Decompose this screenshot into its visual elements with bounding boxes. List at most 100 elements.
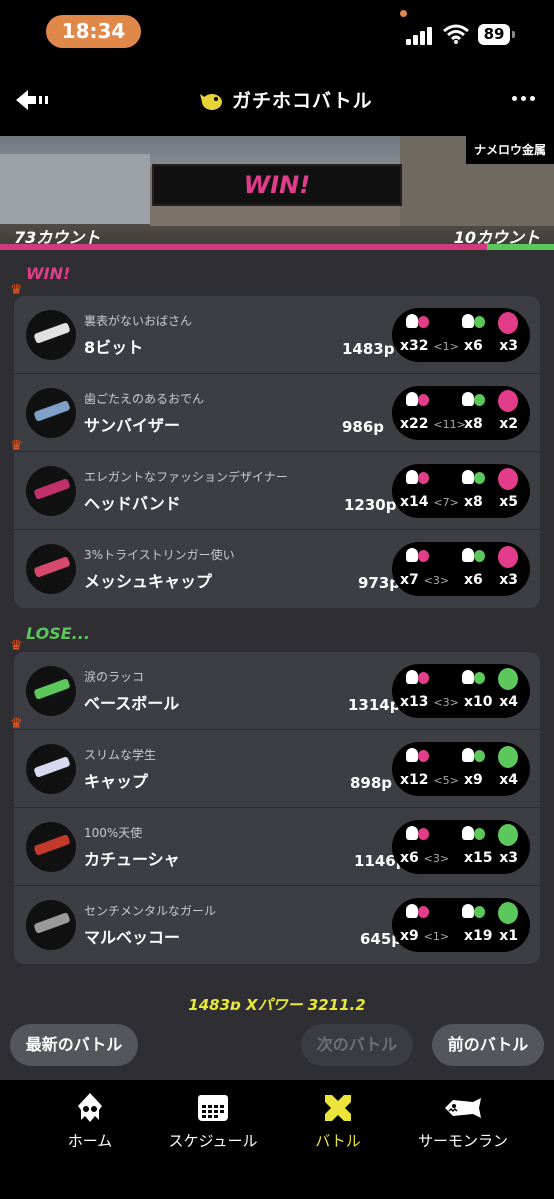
player-byname: 3%トライストリンガー使い — [84, 548, 235, 562]
player-byname: 涙のラッコ — [84, 670, 145, 684]
special-used-count: x6 — [464, 572, 483, 588]
next-battle-button[interactable]: 次のバトル — [301, 1024, 413, 1066]
kill-icon — [406, 826, 430, 844]
player-points: 986p — [342, 418, 385, 436]
tab-home[interactable]: ホーム — [35, 1090, 145, 1151]
player-stats: x9 <1> x19 x1 — [392, 898, 530, 952]
weapon-icon — [26, 744, 76, 794]
death-icon — [462, 670, 486, 688]
player-row[interactable]: ♛ 裏表がないおばさん 8ビット 1483p x32 <1> x6 x3 — [10, 282, 540, 374]
special-weapon-icon — [498, 468, 518, 490]
player-name: カチューシャ — [84, 850, 180, 869]
player-points: 1230p — [344, 496, 397, 514]
player-name: メッシュキャップ — [84, 572, 213, 591]
player-byname: 裏表がないおばさん — [84, 314, 193, 328]
tab-battle[interactable]: バトル — [283, 1090, 393, 1151]
player-stats: x7 <3> x6 x3 — [392, 542, 530, 596]
player-stats: x6 <3> x15 x3 — [392, 820, 530, 874]
battery-icon: 89 — [478, 24, 510, 45]
scoreboard: WIN! ♛ 裏表がないおばさん 8ビット 1483p x32 <1> x6 x… — [0, 250, 554, 1080]
death-icon — [462, 748, 486, 766]
back-arrow-icon[interactable] — [14, 88, 50, 112]
crown-icon: ♛ — [10, 438, 22, 454]
kill-icon — [406, 904, 430, 922]
player-stats: x12 <5> x9 x4 — [392, 742, 530, 796]
kill-icon — [406, 392, 430, 410]
salmon-icon — [445, 1098, 481, 1118]
player-row[interactable]: 3%トライストリンガー使い メッシュキャップ 973p x7 <3> x6 x3 — [14, 530, 540, 608]
tab-battle-label: バトル — [315, 1132, 361, 1150]
weapon-icon — [26, 666, 76, 716]
status-bar: 18:34 89 — [0, 0, 554, 66]
special-count: x1 — [499, 928, 518, 944]
player-byname: センチメンタルなガール — [84, 904, 217, 918]
player-byname: 歯ごたえのあるおでん — [84, 392, 205, 406]
more-options-icon[interactable] — [512, 96, 535, 101]
special-used-count: x8 — [464, 416, 483, 432]
kill-icon — [406, 748, 430, 766]
special-weapon-icon — [498, 312, 518, 334]
kill-count: x32 <1> — [400, 338, 459, 354]
latest-battle-button[interactable]: 最新のバトル — [10, 1024, 138, 1066]
player-row[interactable]: ♛ エレガントなファッションデザイナー ヘッドバンド 1230p x14 <7>… — [10, 438, 540, 530]
special-weapon-icon — [498, 668, 518, 690]
tab-home-label: ホーム — [67, 1132, 113, 1150]
status-time: 18:34 — [46, 15, 141, 48]
special-used-count: x10 — [464, 694, 493, 710]
player-name: ヘッドバンド — [84, 494, 181, 513]
special-weapon-icon — [498, 746, 518, 768]
player-row[interactable]: 歯ごたえのあるおでん サンバイザー 986p x22 <11> x8 x2 — [14, 374, 540, 452]
death-icon — [462, 904, 486, 922]
special-used-count: x9 — [464, 772, 483, 788]
special-weapon-icon — [498, 390, 518, 412]
battery-tip — [512, 31, 515, 38]
recording-dot-icon — [400, 10, 407, 17]
special-used-count: x15 — [464, 850, 493, 866]
weapon-icon — [26, 900, 76, 950]
player-row[interactable]: 100%天使 カチューシャ 1146p x6 <3> x15 x3 — [14, 808, 540, 886]
player-points: 1483p — [342, 340, 395, 358]
player-name: サンバイザー — [84, 416, 181, 435]
player-name: マルベッコー — [84, 928, 181, 947]
special-count: x4 — [499, 694, 518, 710]
kill-count: x9 <1> — [400, 928, 450, 944]
player-name: ベースボール — [84, 694, 180, 713]
squid-icon — [78, 1093, 102, 1122]
death-icon — [462, 392, 486, 410]
player-name: キャップ — [84, 772, 149, 791]
player-stats: x13 <3> x10 x4 — [392, 664, 530, 718]
player-row[interactable]: ♛ 涙のラッコ ベースボール 1314p x13 <3> x10 x4 — [10, 638, 540, 730]
kill-icon — [406, 470, 430, 488]
tab-schedule-label: スケジュール — [168, 1132, 258, 1150]
weapon-icon — [26, 466, 76, 516]
crown-icon: ♛ — [10, 282, 22, 298]
battle-icon — [325, 1095, 351, 1121]
player-row[interactable]: ♛ スリムな学生 キャップ 898p x12 <5> x9 x4 — [10, 716, 540, 808]
calendar-icon — [198, 1095, 228, 1121]
kill-count: x13 <3> — [400, 694, 459, 710]
tab-salmon-run[interactable]: サーモンラン — [408, 1090, 518, 1151]
kill-count: x7 <3> — [400, 572, 450, 588]
kill-icon — [406, 314, 430, 332]
player-byname: エレガントなファッションデザイナー — [84, 470, 288, 484]
player-stats: x22 <11> x8 x2 — [392, 386, 530, 440]
win-team-card: ♛ 裏表がないおばさん 8ビット 1483p x32 <1> x6 x3 歯ごた… — [10, 282, 540, 608]
page-title-group: ガチホコバトル — [198, 86, 373, 113]
player-row[interactable]: センチメンタルなガール マルベッコー 645p x9 <1> x19 x1 — [14, 886, 540, 964]
tab-schedule[interactable]: スケジュール — [158, 1090, 268, 1151]
player-stats: x32 <1> x6 x3 — [392, 308, 530, 362]
special-used-count: x6 — [464, 338, 483, 354]
stage-name: ナメロウ金属 — [466, 136, 554, 164]
prev-battle-button[interactable]: 前のバトル — [432, 1024, 544, 1066]
player-points: 898p — [350, 774, 393, 792]
player-name: 8ビット — [84, 338, 144, 357]
crown-icon: ♛ — [10, 638, 22, 654]
weapon-icon — [26, 388, 76, 438]
app-header: ガチホコバトル — [0, 66, 554, 136]
player-byname: スリムな学生 — [84, 748, 157, 762]
kill-count: x14 <7> — [400, 494, 459, 510]
wifi-icon — [443, 24, 469, 44]
crown-icon: ♛ — [10, 716, 22, 732]
special-weapon-icon — [498, 902, 518, 924]
death-icon — [462, 548, 486, 566]
